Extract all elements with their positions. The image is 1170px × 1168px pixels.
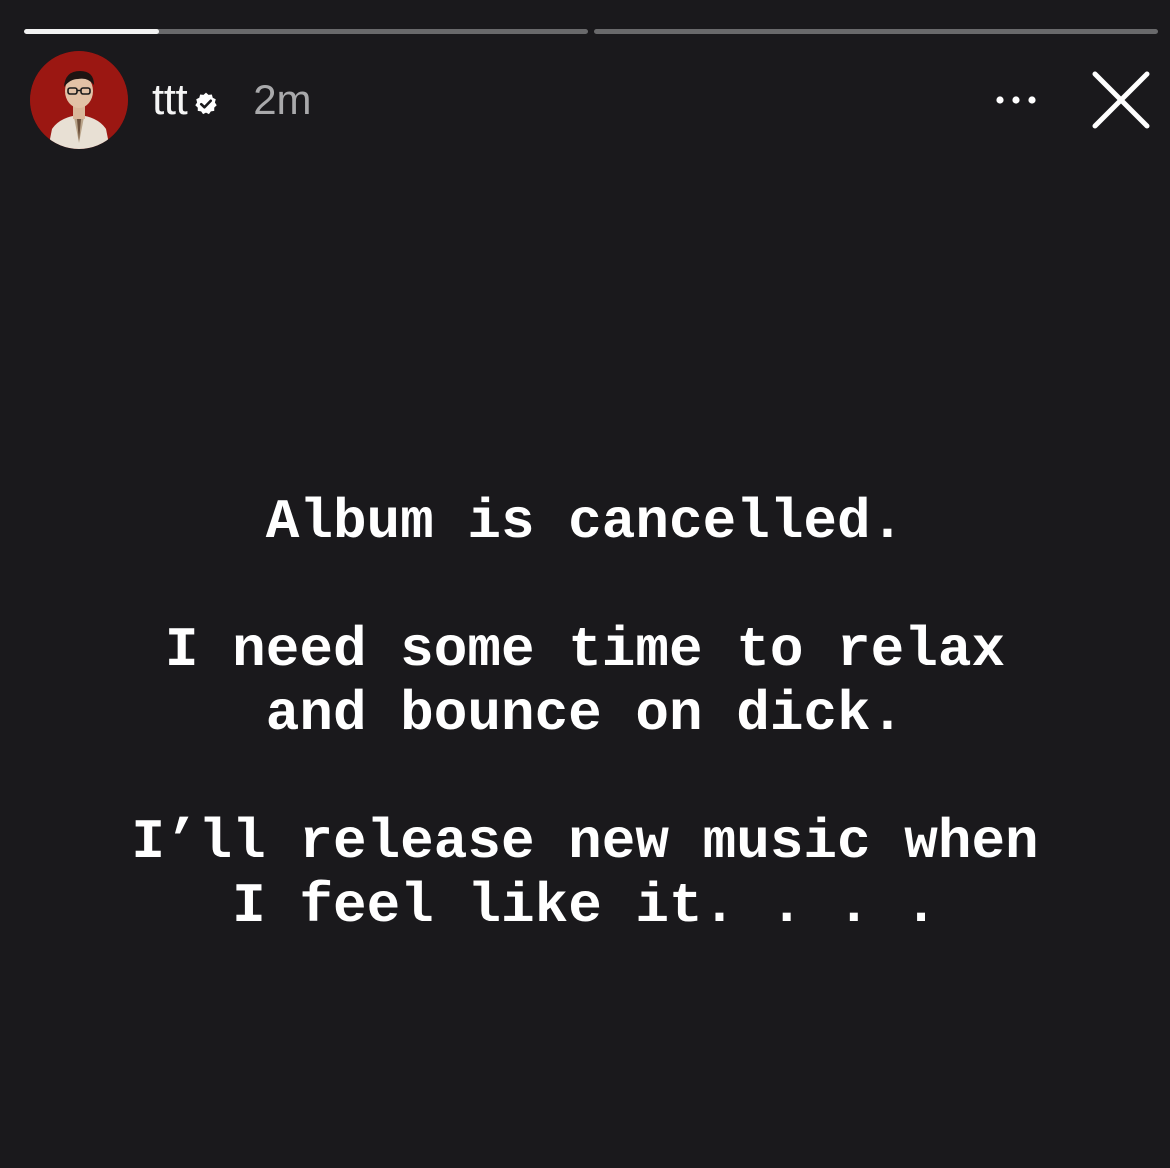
story-text-line: I feel like it. . . . xyxy=(232,874,938,938)
story-progress-bar xyxy=(24,29,1158,34)
story-paragraph-1: Album is cancelled. xyxy=(0,490,1170,554)
story-text-line: and bounce on dick. xyxy=(265,682,905,746)
verified-badge-icon xyxy=(195,92,217,115)
story-paragraph-2: I need some time to relax and bounce on … xyxy=(0,618,1170,746)
story-text-content: Album is cancelled. I need some time to … xyxy=(0,490,1170,938)
post-timestamp: 2m xyxy=(253,76,312,123)
progress-segment-2 xyxy=(594,29,1158,34)
close-icon xyxy=(1092,71,1150,129)
more-horizontal-icon xyxy=(996,96,1036,104)
username[interactable]: ttt xyxy=(152,78,188,122)
avatar-image xyxy=(30,51,128,149)
avatar[interactable] xyxy=(30,51,128,149)
story-text-line: I need some time to relax xyxy=(164,618,1006,682)
more-options-button[interactable] xyxy=(986,70,1046,130)
story-text-line: I’ll release new music when xyxy=(131,810,1039,874)
story-viewer: ttt 2m Album is cancelled. I need some t… xyxy=(0,0,1170,1168)
close-button[interactable] xyxy=(1086,65,1156,135)
progress-fill-1 xyxy=(24,29,160,34)
story-paragraph-3: I’ll release new music when I feel like … xyxy=(0,810,1170,938)
progress-segment-1 xyxy=(24,29,588,34)
story-header: ttt 2m xyxy=(30,50,1156,150)
story-text-line: Album is cancelled. xyxy=(265,490,905,554)
